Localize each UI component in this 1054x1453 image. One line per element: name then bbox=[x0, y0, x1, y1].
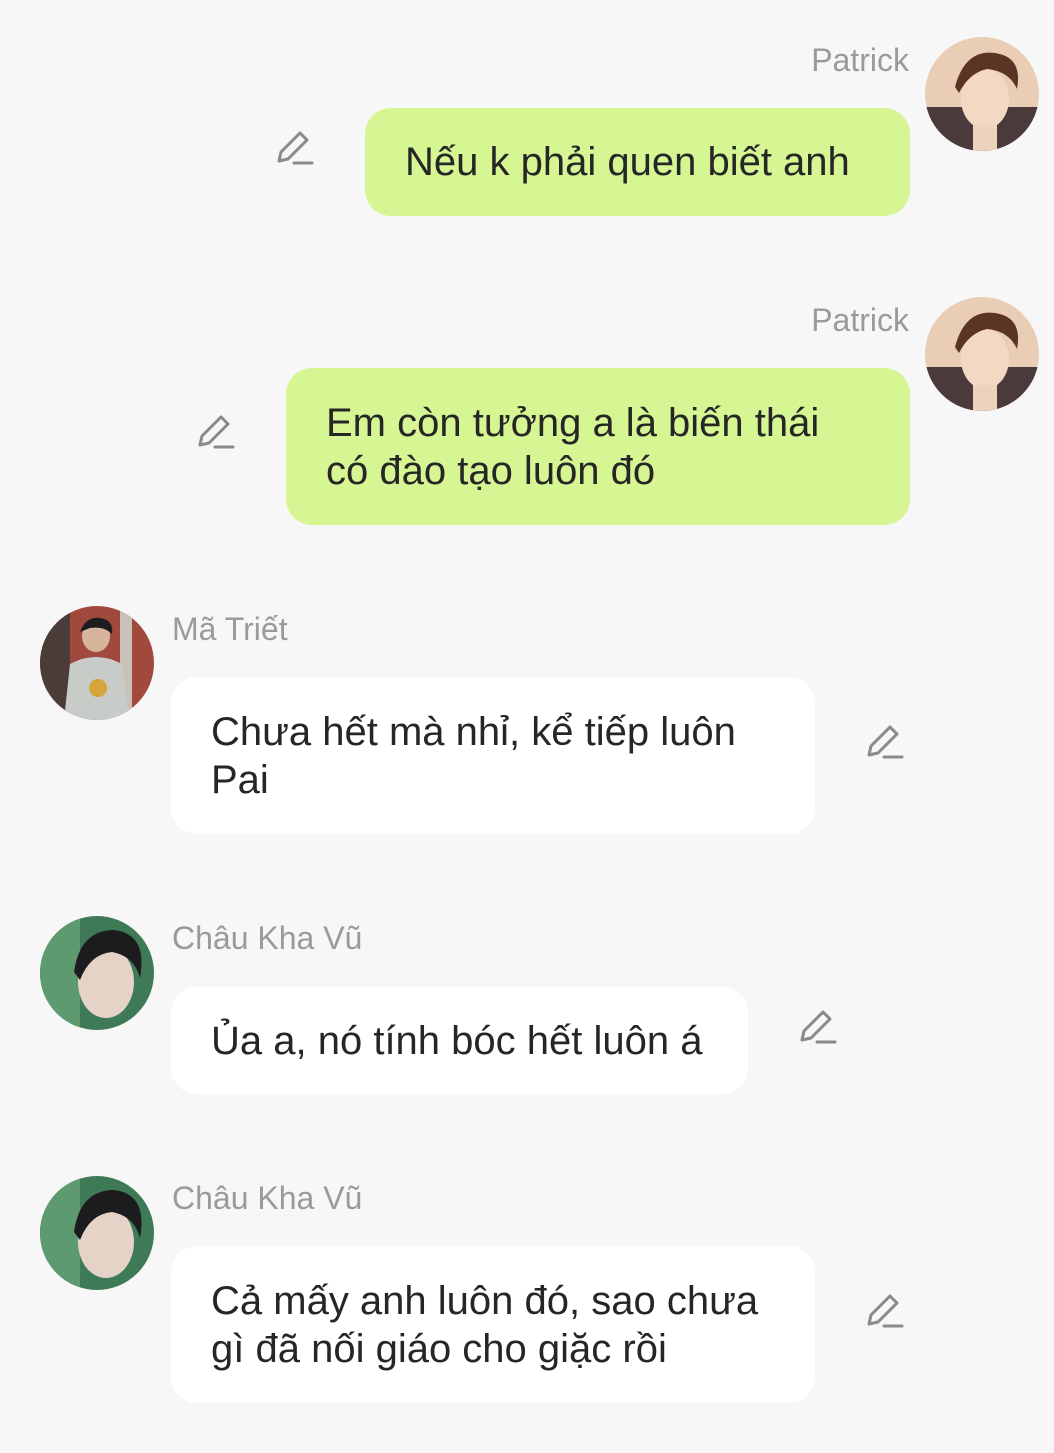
avatar-icon bbox=[40, 916, 154, 1030]
sender-name: Patrick bbox=[811, 42, 909, 78]
edit-icon[interactable] bbox=[797, 1007, 839, 1049]
avatar[interactable] bbox=[925, 297, 1039, 411]
avatar-icon bbox=[925, 297, 1039, 411]
sender-name: Patrick bbox=[811, 302, 909, 338]
message-bubble[interactable]: Ủa a, nó tính bóc hết luôn á bbox=[171, 987, 748, 1094]
edit-icon[interactable] bbox=[274, 128, 316, 170]
message-bubble[interactable]: Cả mấy anh luôn đó, sao chưa gì đã nối g… bbox=[171, 1246, 815, 1403]
sender-name: Mã Triết bbox=[172, 611, 288, 647]
message-bubble[interactable]: Em còn tưởng a là biến thái có đào tạo l… bbox=[286, 368, 910, 525]
edit-icon[interactable] bbox=[195, 412, 237, 454]
sender-name: Châu Kha Vũ bbox=[172, 920, 363, 956]
avatar[interactable] bbox=[40, 916, 154, 1030]
message-bubble[interactable]: Nếu k phải quen biết anh bbox=[365, 108, 910, 216]
edit-icon[interactable] bbox=[864, 1291, 906, 1333]
avatar[interactable] bbox=[925, 37, 1039, 151]
avatar[interactable] bbox=[40, 1176, 154, 1290]
avatar-icon bbox=[40, 1176, 154, 1290]
avatar-icon bbox=[40, 606, 154, 720]
avatar-icon bbox=[925, 37, 1039, 151]
edit-icon[interactable] bbox=[864, 722, 906, 764]
sender-name: Châu Kha Vũ bbox=[172, 1180, 363, 1216]
message-bubble[interactable]: Chưa hết mà nhỉ, kể tiếp luôn Pai bbox=[171, 677, 815, 834]
avatar[interactable] bbox=[40, 606, 154, 720]
